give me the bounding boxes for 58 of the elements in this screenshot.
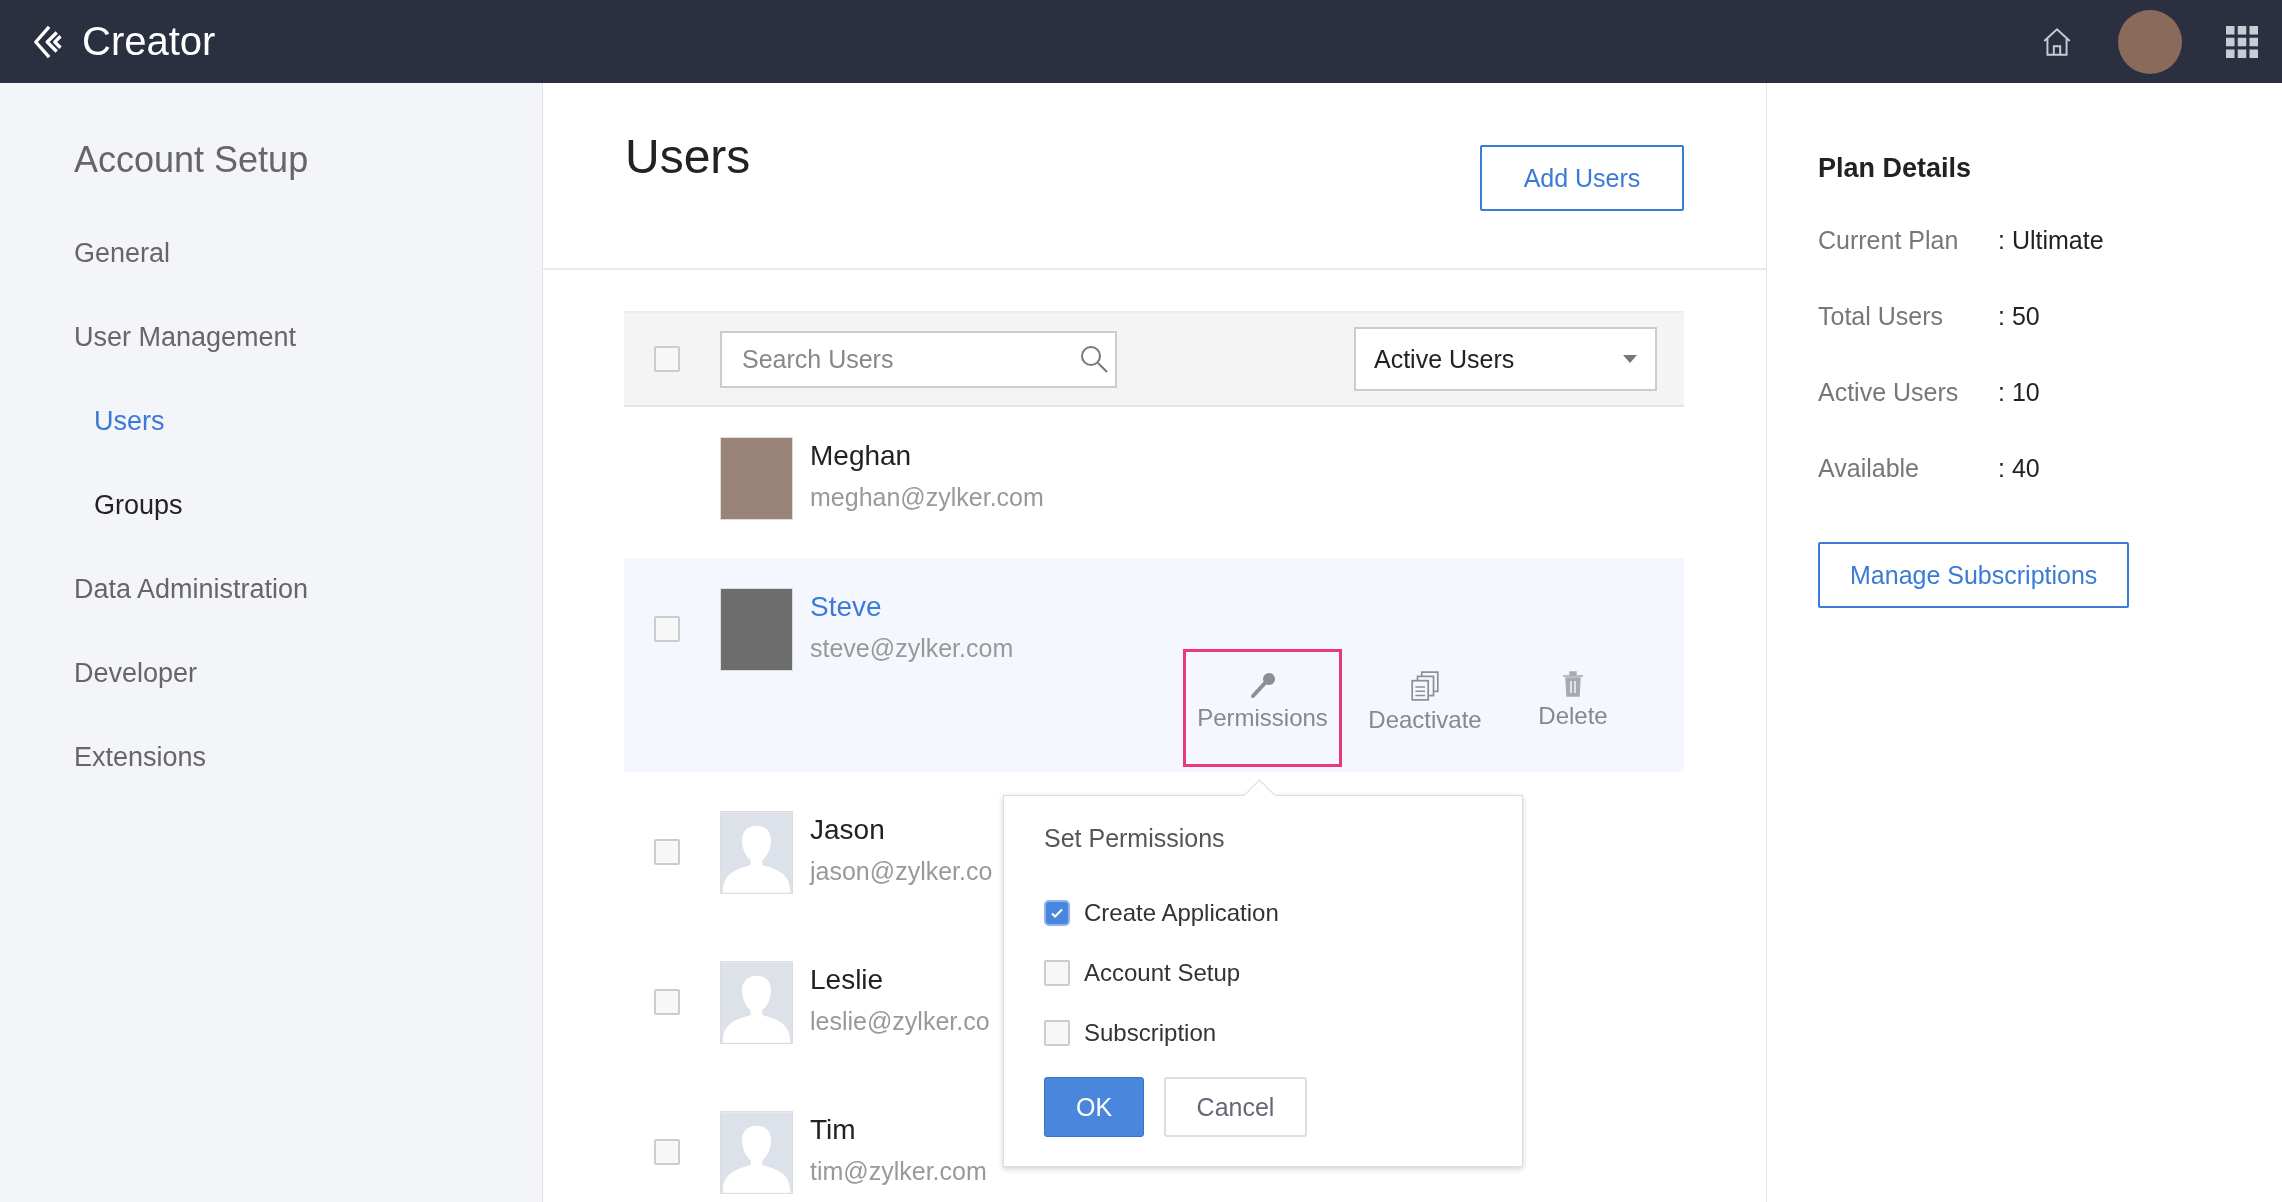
user-name[interactable]: Leslie <box>810 961 990 999</box>
plan-title: Plan Details <box>1818 153 1973 184</box>
checkbox[interactable] <box>1044 900 1070 926</box>
sidebar-item[interactable]: Groups <box>74 463 542 547</box>
filter-dropdown[interactable]: Active Users <box>1354 327 1657 391</box>
user-name[interactable]: Steve <box>810 588 1014 626</box>
caret-icon <box>1623 355 1637 363</box>
plan-label: Current Plan <box>1818 225 1960 255</box>
user-email: tim@zylker.com <box>810 1157 987 1186</box>
deactivate-button[interactable]: Deactivate <box>1360 648 1490 767</box>
person-silhouette-icon <box>720 1111 793 1194</box>
user-email: leslie@zylker.co <box>810 1007 990 1036</box>
apps-grid-icon <box>2226 25 2258 58</box>
search-icon <box>1079 343 1109 374</box>
plan-value: : 50 <box>1998 301 2040 331</box>
add-users-button[interactable]: Add Users <box>1480 145 1684 211</box>
option-label: Subscription <box>1084 1019 1217 1047</box>
user-email: jason@zylker.co <box>810 857 993 886</box>
user-email: meghan@zylker.com <box>810 483 1044 512</box>
manage-subscriptions-button[interactable]: Manage Subscriptions <box>1818 542 2130 608</box>
checkbox[interactable] <box>654 1139 680 1165</box>
sidebar-item[interactable]: User Management <box>74 295 542 379</box>
sidebar-title: Account Setup <box>74 139 310 181</box>
sidebar-item[interactable]: Users <box>74 379 542 463</box>
option-label: Create Application <box>1084 899 1279 927</box>
trash-icon <box>1561 669 1585 698</box>
checkbox[interactable] <box>654 616 680 642</box>
popup-title: Set Permissions <box>1044 824 1226 853</box>
sidebar-item[interactable]: Developer <box>74 631 542 715</box>
person-silhouette-icon <box>720 811 793 894</box>
sidebar-item[interactable]: Extensions <box>74 715 542 799</box>
user-name[interactable]: Tim <box>810 1111 987 1149</box>
page-title: Users <box>625 129 751 184</box>
ok-button[interactable]: OK <box>1044 1077 1144 1137</box>
user-name[interactable]: Jason <box>810 811 993 849</box>
checkbox[interactable] <box>1044 1020 1070 1046</box>
delete-button[interactable]: Delete <box>1508 648 1638 767</box>
plan-label: Available <box>1818 453 1920 483</box>
checkbox[interactable] <box>1044 960 1070 986</box>
cancel-button[interactable]: Cancel <box>1164 1077 1307 1137</box>
search-field[interactable]: Search Users <box>720 330 1117 388</box>
checkbox[interactable] <box>654 839 680 865</box>
option-label: Account Setup <box>1084 959 1241 987</box>
plan-label: Total Users <box>1818 301 1945 331</box>
plan-value: : Ultimate <box>1998 225 2104 255</box>
app-name: Creator <box>82 19 216 64</box>
permissions-button[interactable]: Permissions <box>1183 648 1342 767</box>
user-name[interactable]: Meghan <box>810 437 1044 475</box>
person-silhouette-icon <box>720 961 793 1044</box>
plan-value: : 40 <box>1998 453 2040 483</box>
select-all-checkbox[interactable] <box>654 346 680 372</box>
user-email: steve@zylker.com <box>810 634 1014 663</box>
sidebar-item[interactable]: Data Administration <box>74 547 542 631</box>
plan-value: : 10 <box>1998 377 2040 407</box>
copies-icon <box>1409 669 1441 702</box>
checkbox[interactable] <box>654 989 680 1015</box>
sidebar-item[interactable]: General <box>74 211 542 295</box>
plan-label: Active Users <box>1818 377 1960 407</box>
